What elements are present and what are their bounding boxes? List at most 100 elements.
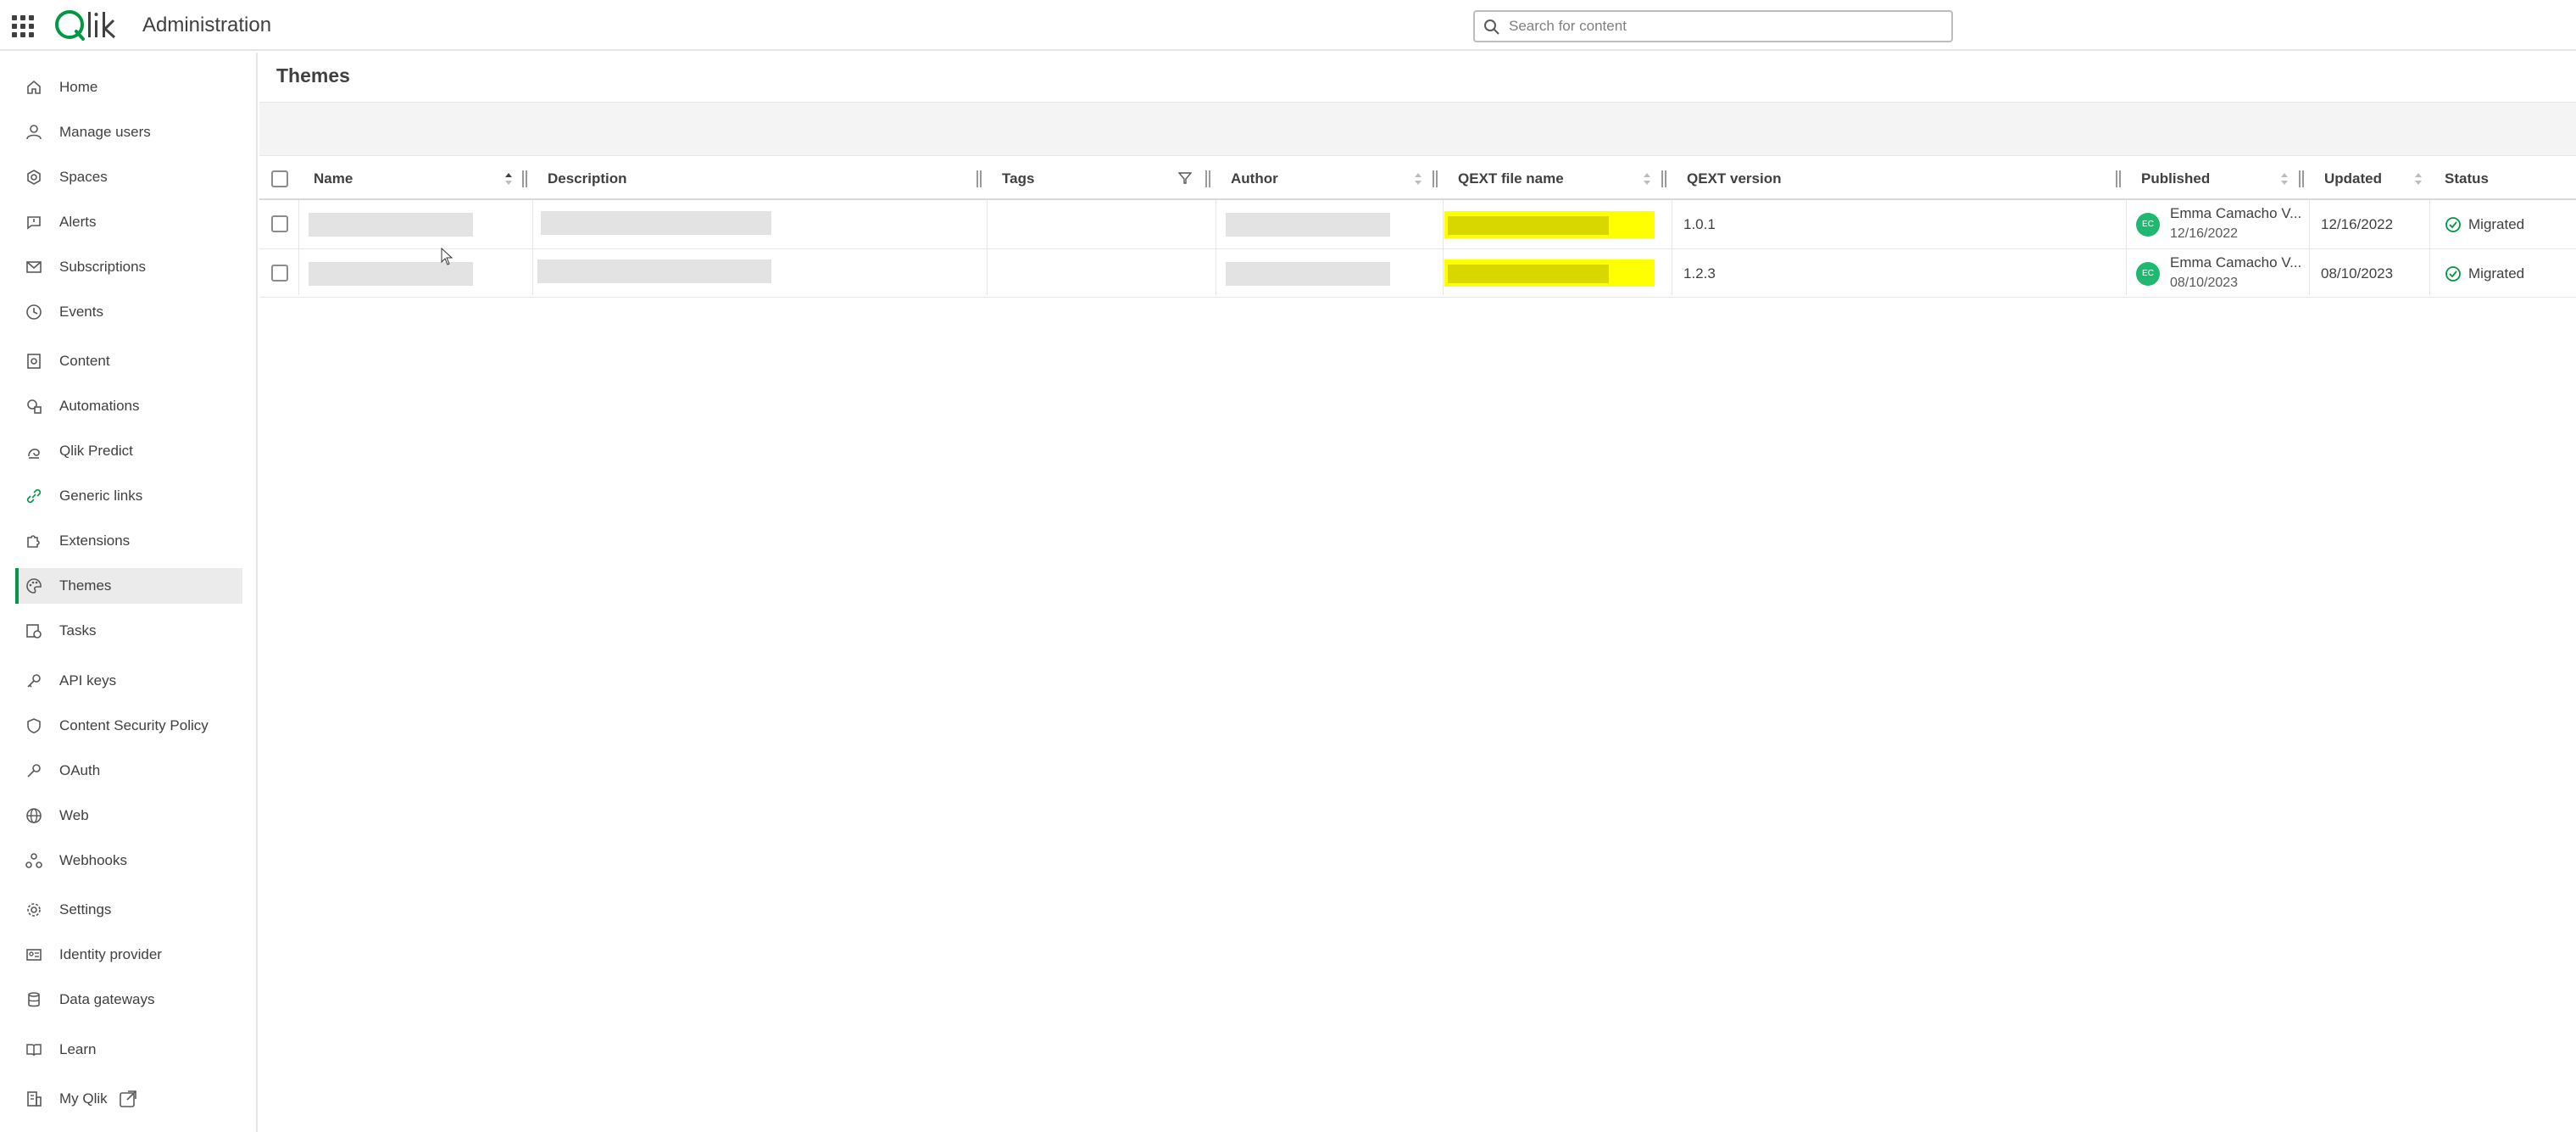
sidebar-item-qlik-predict[interactable]: Qlik Predict [15, 433, 242, 469]
column-resize-handle[interactable] [1205, 170, 1210, 187]
sidebar-item-manage-users[interactable]: Manage users [15, 114, 242, 150]
redacted-description [541, 211, 771, 235]
app-launcher-icon[interactable] [12, 15, 34, 37]
spaces-icon [27, 170, 41, 185]
sort-icon[interactable] [1414, 171, 1422, 187]
external-link-icon[interactable] [119, 1090, 137, 1108]
column-header-description[interactable]: Description [532, 158, 987, 200]
sidebar-item-api-keys[interactable]: API keys [15, 663, 242, 699]
webhook-icon [25, 853, 42, 868]
qlik-logo[interactable] [53, 5, 129, 44]
select-all-checkbox[interactable] [271, 170, 288, 187]
sidebar-item-generic-links[interactable]: Generic links [15, 478, 242, 514]
check-circle-icon [2445, 217, 2461, 232]
building-icon [27, 1091, 42, 1107]
shield-icon [27, 718, 41, 733]
highlighted-qext-file-name [1444, 259, 1655, 287]
predict-icon [28, 449, 40, 459]
key-icon [27, 674, 41, 688]
qext-version: 1.2.3 [1683, 265, 1716, 282]
filter-icon[interactable] [1178, 171, 1192, 185]
alert-icon [27, 216, 41, 230]
palette-icon [26, 578, 42, 594]
column-resize-handle[interactable] [522, 170, 527, 187]
sort-icon[interactable] [504, 171, 513, 187]
sidebar-item-subscriptions[interactable]: Subscriptions [15, 249, 242, 285]
database-icon [28, 992, 40, 1007]
sidebar-item-tasks[interactable]: Tasks [15, 613, 242, 649]
sidebar-item-alerts[interactable]: Alerts [15, 204, 242, 240]
column-resize-handle[interactable] [2299, 170, 2304, 187]
search-icon [1484, 20, 1499, 35]
sidebar-item-oauth[interactable]: OAuth [15, 753, 242, 789]
sidebar-item-content-security-policy[interactable]: Content Security Policy [15, 708, 242, 744]
sidebar-item-webhooks[interactable]: Webhooks [15, 843, 242, 878]
gear-icon [27, 903, 41, 917]
row-checkbox[interactable] [271, 215, 288, 232]
sidebar-item-home[interactable]: Home [15, 70, 242, 105]
sidebar-item-themes[interactable]: Themes [15, 568, 242, 604]
puzzle-icon [27, 535, 40, 548]
published-date: 12/16/2022 [2170, 226, 2239, 241]
user-icon [26, 125, 42, 140]
sidebar-item-spaces[interactable]: Spaces [15, 159, 242, 195]
column-resize-handle[interactable] [1433, 170, 1438, 187]
column-header-author[interactable]: Author [1216, 158, 1443, 200]
status-text: Migrated [2468, 265, 2525, 282]
avatar: EC [2136, 262, 2160, 286]
top-bar: Administration [0, 0, 2576, 51]
sidebar-item-events[interactable]: Events [15, 294, 242, 330]
sidebar-item-data-gateways[interactable]: Data gateways [15, 982, 242, 1018]
main-content: Themes Name Description Tags Author QEXT… [259, 53, 2576, 1132]
column-resize-handle[interactable] [1661, 170, 1666, 187]
sort-icon[interactable] [1643, 171, 1651, 187]
book-icon [26, 1044, 42, 1057]
redacted-author [1226, 262, 1390, 286]
search-input[interactable] [1509, 14, 1941, 39]
updated-date: 08/10/2023 [2321, 265, 2394, 282]
globe-icon [26, 808, 42, 823]
sidebar-item-extensions[interactable]: Extensions [15, 523, 242, 559]
published-by: Emma Camacho V... [2170, 254, 2302, 270]
id-card-icon [26, 949, 42, 961]
automation-icon [27, 399, 42, 414]
sidebar-item-my-qlik[interactable]: My Qlik [15, 1081, 242, 1117]
search-box[interactable] [1473, 10, 1953, 42]
column-header-status[interactable]: Status [2429, 158, 2576, 200]
column-resize-handle[interactable] [2116, 170, 2121, 187]
sort-icon[interactable] [2414, 171, 2423, 187]
page-title: Themes [276, 64, 350, 86]
redacted-description [537, 259, 771, 283]
avatar: EC [2136, 213, 2160, 237]
sidebar-item-identity-provider[interactable]: Identity provider [15, 937, 242, 973]
column-header-qext-version[interactable]: QEXT version [1672, 158, 2126, 200]
sort-icon[interactable] [2280, 171, 2289, 187]
sidebar-item-learn[interactable]: Learn [15, 1032, 242, 1068]
clock-icon [26, 304, 42, 320]
column-header-qext-file-name[interactable]: QEXT file name [1443, 158, 1672, 200]
published-date: 08/10/2023 [2170, 276, 2239, 290]
tasks-icon [26, 624, 42, 638]
check-circle-icon [2445, 266, 2461, 282]
table-row[interactable]: 1.0.1 EC Emma Camacho V... 12/16/2022 12… [259, 201, 2576, 249]
sidebar-nav: Home Manage users Spaces Alerts Subscrip… [0, 53, 258, 1132]
mouse-cursor-icon [441, 248, 453, 265]
column-header-published[interactable]: Published [2126, 158, 2309, 200]
row-checkbox[interactable] [271, 265, 288, 282]
column-header-name[interactable]: Name [298, 158, 532, 200]
column-header-updated[interactable]: Updated [2309, 158, 2429, 200]
redacted-author [1226, 213, 1390, 237]
mail-icon [26, 261, 42, 273]
column-header-tags[interactable]: Tags [987, 158, 1216, 200]
toolbar [259, 102, 2576, 156]
sidebar-item-content[interactable]: Content [15, 343, 242, 379]
sidebar-item-web[interactable]: Web [15, 798, 242, 834]
sidebar-item-settings[interactable]: Settings [15, 892, 242, 928]
column-resize-handle[interactable] [976, 170, 982, 187]
sidebar-item-automations[interactable]: Automations [15, 388, 242, 424]
table-row[interactable]: 1.2.3 EC Emma Camacho V... 08/10/2023 08… [259, 249, 2576, 298]
link-icon [26, 488, 42, 504]
published-by: Emma Camacho V... [2170, 205, 2302, 221]
table-header: Name Description Tags Author QEXT file n… [259, 158, 2576, 200]
redacted-name [309, 213, 473, 237]
